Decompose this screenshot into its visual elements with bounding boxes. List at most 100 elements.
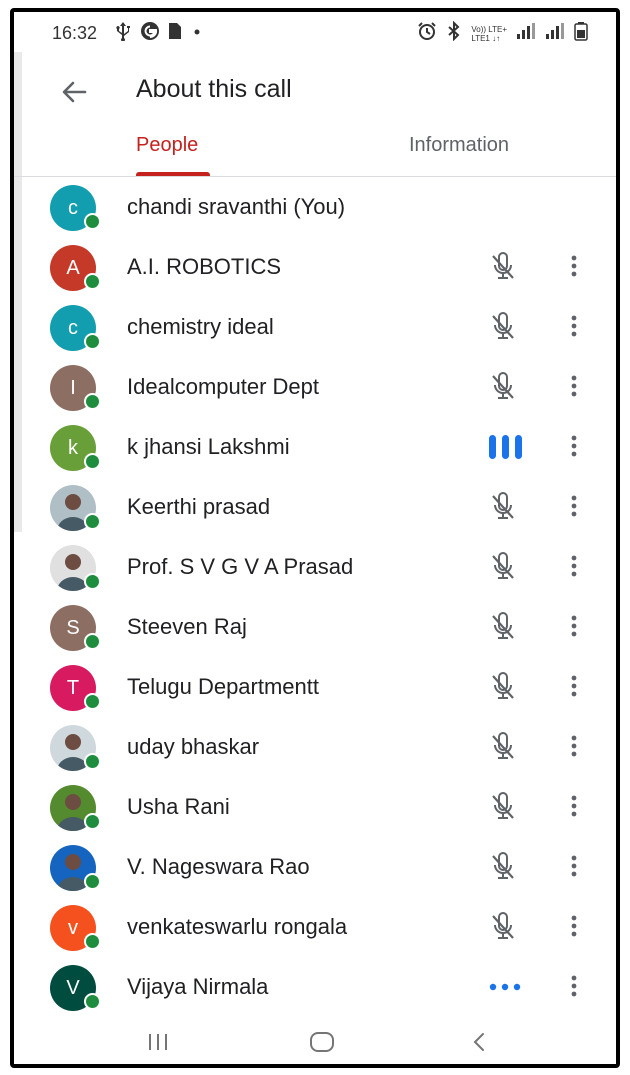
participant-name: Idealcomputer Dept — [127, 374, 319, 399]
more-options-button[interactable] — [562, 910, 586, 942]
online-status-dot — [84, 573, 101, 590]
audio-status — [488, 972, 521, 1002]
participant-name: Keerthi prasad — [127, 494, 271, 519]
status-time: 16:32 — [52, 23, 98, 43]
mic-off-icon — [492, 912, 514, 939]
home-icon — [310, 1032, 334, 1052]
participant-row[interactable]: V. Nageswara Rao — [14, 836, 616, 896]
mute-status-button[interactable] — [488, 612, 518, 642]
mute-status-button[interactable] — [488, 252, 518, 282]
mic-off-icon — [492, 312, 514, 339]
participant-row[interactable]: A A.I. ROBOTICS — [14, 236, 616, 296]
tab-information[interactable]: Information — [409, 134, 509, 157]
avatar-initial: k — [68, 436, 78, 459]
more-options-button[interactable] — [562, 790, 586, 822]
participant-name: k jhansi Lakshmi — [127, 434, 290, 459]
participant-name: Usha Rani — [127, 794, 230, 819]
participant-row[interactable]: Keerthi prasad — [14, 476, 616, 536]
more-options-button[interactable] — [562, 970, 586, 1002]
online-status-dot — [84, 393, 101, 410]
participant-row[interactable]: Usha Rani — [14, 776, 616, 836]
audio-status — [488, 432, 522, 462]
participant-name: Vijaya Nirmala — [127, 974, 269, 999]
mute-status-button[interactable] — [488, 312, 518, 342]
home-button[interactable] — [302, 1026, 342, 1058]
avatar-initial: S — [66, 616, 80, 639]
online-status-dot — [84, 213, 101, 230]
online-status-dot — [84, 633, 101, 650]
more-vert-icon — [571, 915, 577, 937]
more-options-button[interactable] — [562, 430, 586, 462]
more-options-button[interactable] — [562, 370, 586, 402]
nav-back-button[interactable] — [460, 1026, 500, 1058]
more-options-button[interactable] — [562, 490, 586, 522]
sim-icon — [168, 22, 182, 45]
app-bar: About this call — [14, 56, 616, 128]
more-vert-icon — [571, 315, 577, 337]
mic-off-icon — [492, 552, 514, 579]
page-title: About this call — [136, 75, 292, 103]
online-status-dot — [84, 693, 101, 710]
mute-status-button[interactable] — [488, 732, 518, 762]
mute-status-button[interactable] — [488, 852, 518, 882]
avatar-initial: A — [66, 256, 80, 279]
mic-off-icon — [492, 672, 514, 699]
participant-name: Telugu Departmentt — [127, 674, 319, 699]
participant-row[interactable]: k k jhansi Lakshmi — [14, 416, 616, 476]
mute-status-button[interactable] — [488, 492, 518, 522]
more-vert-icon — [571, 435, 577, 457]
more-options-button[interactable] — [562, 850, 586, 882]
navigation-bar — [14, 1012, 616, 1064]
more-vert-icon — [571, 495, 577, 517]
participant-name: Steeven Raj — [127, 614, 247, 639]
online-status-dot — [84, 933, 101, 950]
participant-row[interactable]: I Idealcomputer Dept — [14, 356, 616, 416]
more-options-button[interactable] — [562, 550, 586, 582]
online-status-dot — [84, 753, 101, 770]
more-vert-icon — [571, 975, 577, 997]
more-vert-icon — [571, 855, 577, 877]
phone-frame: 16:32 Vo)) LTE+ LTE1 ↓↑ About this call … — [10, 8, 620, 1068]
more-vert-icon — [571, 375, 577, 397]
signal-icon — [545, 22, 565, 45]
participant-name: uday bhaskar — [127, 734, 260, 759]
more-options-button[interactable] — [562, 310, 586, 342]
more-options-button[interactable] — [562, 670, 586, 702]
recent-apps-button[interactable] — [138, 1026, 178, 1058]
participant-row[interactable]: T Telugu Departmentt — [14, 656, 616, 716]
participant-row[interactable]: S Steeven Raj — [14, 596, 616, 656]
more-vert-icon — [571, 255, 577, 277]
mute-status-button[interactable] — [488, 552, 518, 582]
participant-row[interactable]: uday bhaskar — [14, 716, 616, 776]
participant-row[interactable]: c chandi sravanthi (You) — [14, 176, 616, 236]
online-status-dot — [84, 333, 101, 350]
more-vert-icon — [571, 615, 577, 637]
avatar-initial: V — [66, 976, 80, 999]
mute-status-button[interactable] — [488, 672, 518, 702]
more-vert-icon — [571, 555, 577, 577]
mute-status-button[interactable] — [488, 792, 518, 822]
more-options-button[interactable] — [562, 730, 586, 762]
back-icon — [473, 1033, 484, 1051]
participant-row[interactable]: v venkateswarlu rongala — [14, 896, 616, 956]
mic-off-icon — [492, 792, 514, 819]
more-options-button[interactable] — [562, 610, 586, 642]
online-status-dot — [84, 993, 101, 1010]
mute-status-button[interactable] — [488, 912, 518, 942]
alarm-icon — [417, 21, 437, 46]
more-vert-icon — [571, 735, 577, 757]
participant-row[interactable]: V Vijaya Nirmala — [14, 956, 616, 1016]
connecting-dots-icon — [489, 983, 521, 991]
more-options-button[interactable] — [562, 250, 586, 282]
online-status-dot — [84, 273, 101, 290]
more-vert-icon — [571, 675, 577, 697]
back-button[interactable] — [54, 72, 94, 112]
online-status-dot — [84, 453, 101, 470]
volte-icon: Vo)) LTE+ LTE1 ↓↑ — [471, 24, 507, 43]
participant-row[interactable]: c chemistry ideal — [14, 296, 616, 356]
mute-status-button[interactable] — [488, 372, 518, 402]
participant-row[interactable]: Prof. S V G V A Prasad — [14, 536, 616, 596]
tab-people[interactable]: People — [136, 134, 198, 157]
participant-name: chemistry ideal — [127, 314, 274, 339]
avatar-initial: c — [68, 196, 78, 219]
